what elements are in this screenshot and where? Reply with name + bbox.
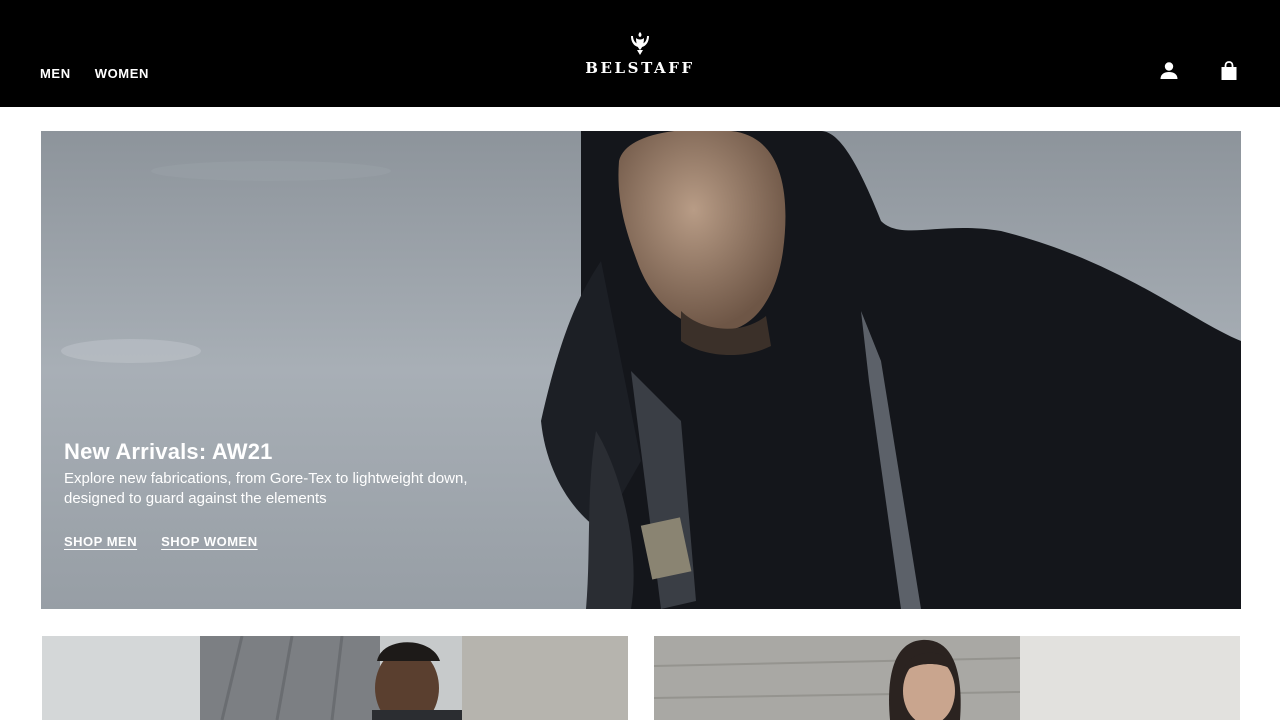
account-icon[interactable] bbox=[1158, 60, 1180, 82]
phoenix-emblem-icon bbox=[631, 32, 649, 55]
hero-description-line-2: designed to guard against the elements bbox=[64, 490, 327, 507]
hero-banner[interactable]: New Arrivals: AW21 Explore new fabricati… bbox=[41, 131, 1241, 609]
men-category-tile[interactable] bbox=[42, 636, 628, 720]
shop-men-link[interactable]: SHOP MEN bbox=[64, 534, 137, 549]
shop-women-link[interactable]: SHOP WOMEN bbox=[161, 534, 258, 549]
hero-cta-group: SHOP MEN SHOP WOMEN bbox=[64, 534, 524, 549]
primary-nav: MEN WOMEN bbox=[40, 66, 149, 81]
logo-wordmark: BELSTAFF bbox=[585, 59, 695, 77]
women-tile-image bbox=[654, 636, 1240, 720]
hero-description-line-1: Explore new fabrications, from Gore-Tex … bbox=[64, 470, 468, 487]
brand-logo[interactable]: BELSTAFF bbox=[577, 30, 703, 78]
hero-copy: New Arrivals: AW21 Explore new fabricati… bbox=[64, 438, 524, 549]
shopping-bag-icon[interactable] bbox=[1218, 60, 1240, 82]
men-tile-image bbox=[42, 636, 628, 720]
women-category-tile[interactable] bbox=[654, 636, 1240, 720]
hero-description: Explore new fabrications, from Gore-Tex … bbox=[64, 469, 524, 509]
nav-link-men[interactable]: MEN bbox=[40, 66, 71, 81]
hero-title: New Arrivals: AW21 bbox=[64, 439, 273, 464]
nav-link-women[interactable]: WOMEN bbox=[95, 66, 149, 81]
site-header: MEN WOMEN BELSTAFF bbox=[0, 0, 1280, 107]
